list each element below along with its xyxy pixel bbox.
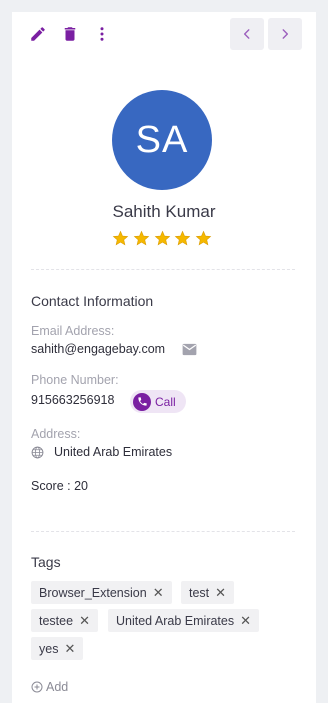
address-label: Address: — [31, 427, 81, 441]
tag-label: test — [189, 585, 210, 600]
star-rating[interactable] — [112, 230, 212, 248]
tag-chip: United Arab Emirates ✕ — [108, 609, 260, 632]
add-circle-icon — [31, 681, 43, 693]
tag-chip: test ✕ — [181, 581, 235, 604]
edit-icon[interactable] — [29, 25, 47, 43]
close-icon[interactable]: ✕ — [153, 585, 164, 601]
tag-label: United Arab Emirates — [116, 613, 235, 628]
email-value[interactable]: sahith@engagebay.com — [31, 342, 165, 356]
tag-label: testee — [39, 613, 74, 628]
chevron-left-icon — [243, 29, 250, 39]
close-icon[interactable]: ✕ — [240, 613, 251, 629]
star-icon[interactable] — [154, 230, 171, 247]
email-label: Email Address: — [31, 324, 115, 338]
phone-value[interactable]: 915663256918 — [31, 393, 114, 407]
close-icon[interactable]: ✕ — [79, 613, 90, 629]
star-icon[interactable] — [133, 230, 150, 247]
address-value: United Arab Emirates — [54, 445, 173, 459]
call-button[interactable]: Call — [130, 390, 186, 413]
call-label: Call — [155, 394, 176, 409]
globe-icon — [31, 446, 44, 464]
tag-label: Browser_Extension — [39, 585, 147, 600]
tag-label: yes — [39, 641, 59, 656]
contact-card: SA Sahith Kumar Contact Information Emai… — [12, 12, 316, 703]
contact-name: Sahith Kumar — [112, 202, 216, 221]
avatar: SA — [112, 90, 212, 190]
tag-chip: testee ✕ — [31, 609, 98, 632]
more-vertical-icon[interactable] — [93, 25, 111, 43]
tag-chip: yes ✕ — [31, 637, 84, 660]
close-icon[interactable]: ✕ — [215, 585, 226, 601]
close-icon[interactable]: ✕ — [64, 641, 75, 657]
previous-button[interactable] — [230, 18, 264, 50]
next-button[interactable] — [268, 18, 302, 50]
tag-chip: Browser_Extension ✕ — [31, 581, 172, 604]
phone-icon — [133, 392, 151, 411]
score-value: Score : 20 — [31, 479, 88, 493]
add-label: Add — [46, 680, 69, 694]
delete-icon[interactable] — [61, 25, 79, 43]
add-tag-link[interactable]: Add — [31, 680, 68, 694]
toolbar — [12, 12, 316, 56]
divider — [31, 531, 295, 532]
divider — [31, 269, 295, 270]
email-icon[interactable] — [182, 343, 197, 361]
star-icon[interactable] — [195, 230, 212, 247]
star-icon[interactable] — [112, 230, 129, 247]
tags-title: Tags — [31, 554, 61, 570]
phone-label: Phone Number: — [31, 373, 119, 387]
star-icon[interactable] — [174, 230, 191, 247]
chevron-right-icon — [282, 29, 289, 39]
contact-info-title: Contact Information — [31, 293, 154, 309]
